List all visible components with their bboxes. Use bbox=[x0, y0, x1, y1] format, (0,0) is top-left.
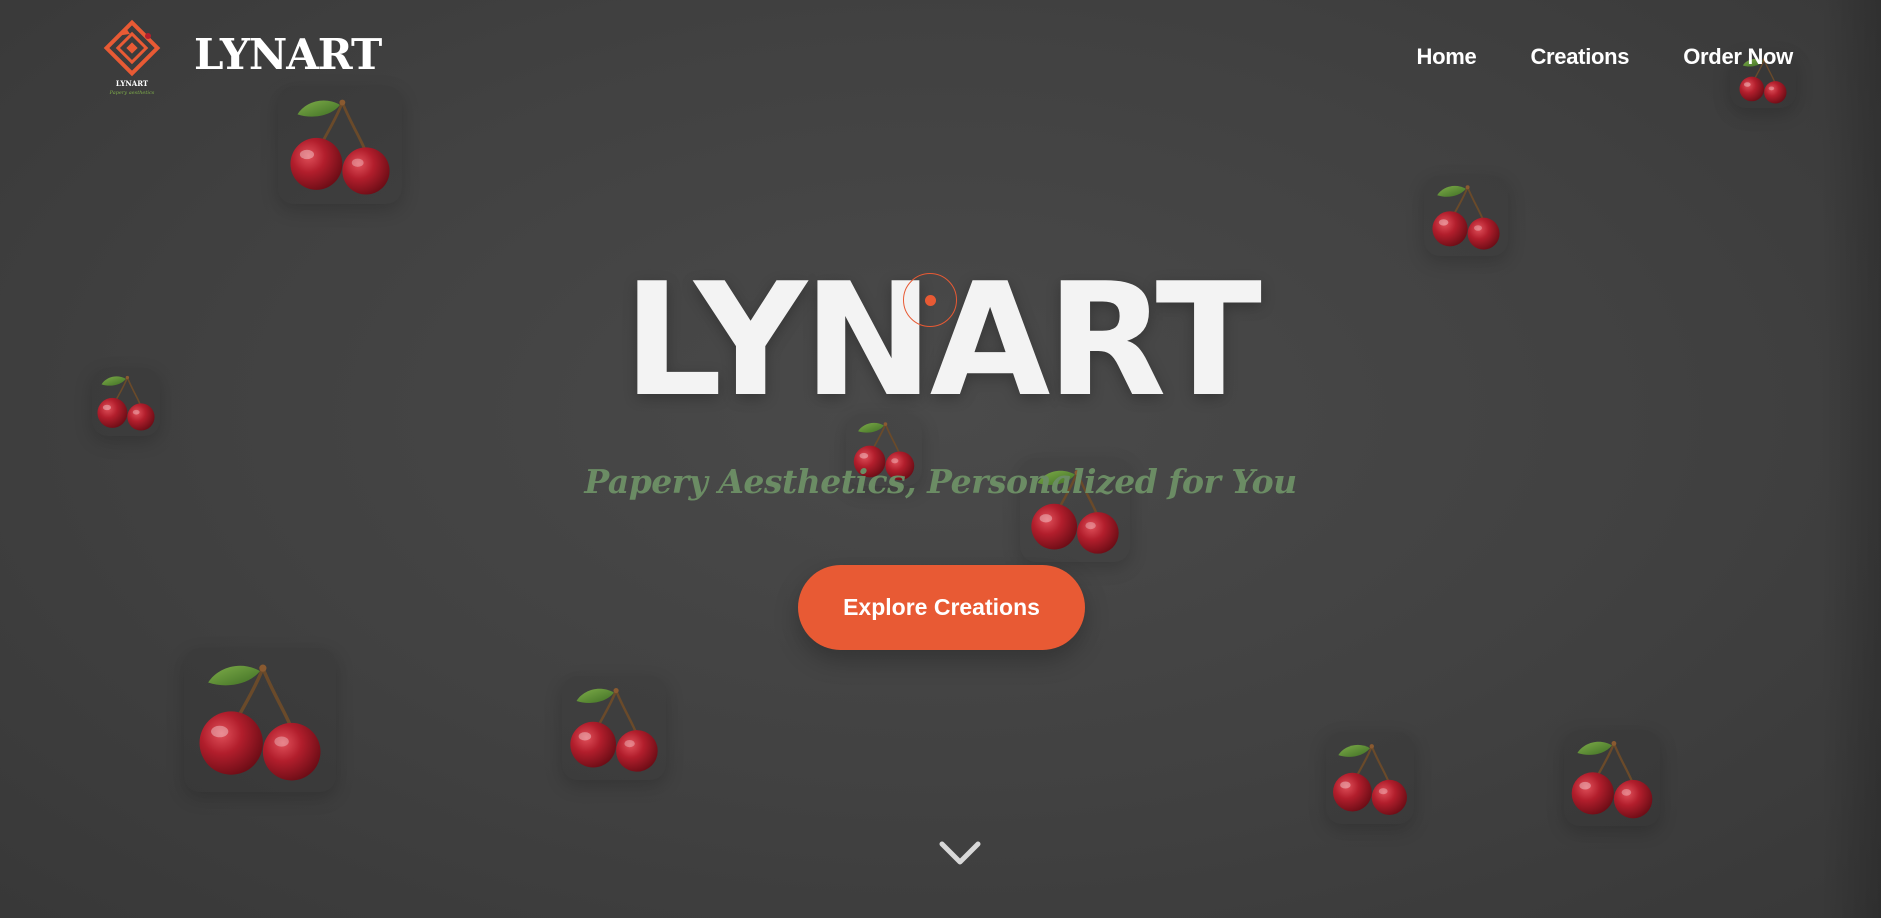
explore-creations-button[interactable]: Explore Creations bbox=[798, 565, 1085, 650]
cherry-icon bbox=[1424, 176, 1508, 256]
nav-home[interactable]: Home bbox=[1417, 44, 1477, 70]
cherry-icon bbox=[562, 676, 666, 780]
cherry-icon bbox=[184, 648, 336, 792]
cherry-icon bbox=[1326, 732, 1414, 824]
main-nav: Home Creations Order Now bbox=[1417, 44, 1794, 70]
cherry-icon bbox=[1564, 730, 1660, 826]
logo-subtext: Papery aesthetics bbox=[109, 90, 155, 96]
brand-logo-link[interactable]: LYNART Papery aesthetics LYNART bbox=[100, 18, 382, 98]
nav-order-now[interactable]: Order Now bbox=[1683, 44, 1793, 70]
brand-name: LYNART bbox=[194, 30, 382, 79]
chevron-down-icon[interactable] bbox=[938, 838, 982, 868]
background-vignette bbox=[1821, 0, 1881, 918]
logo-text: LYNART bbox=[116, 79, 149, 88]
site-header: LYNART Papery aesthetics LYNART Home Cre… bbox=[0, 0, 1881, 120]
lynart-logo-icon: LYNART Papery aesthetics bbox=[100, 18, 164, 98]
custom-cursor-dot bbox=[925, 295, 936, 306]
hero-tagline: Papery Aesthetics, Personalized for You bbox=[584, 462, 1297, 501]
nav-creations[interactable]: Creations bbox=[1530, 44, 1629, 70]
